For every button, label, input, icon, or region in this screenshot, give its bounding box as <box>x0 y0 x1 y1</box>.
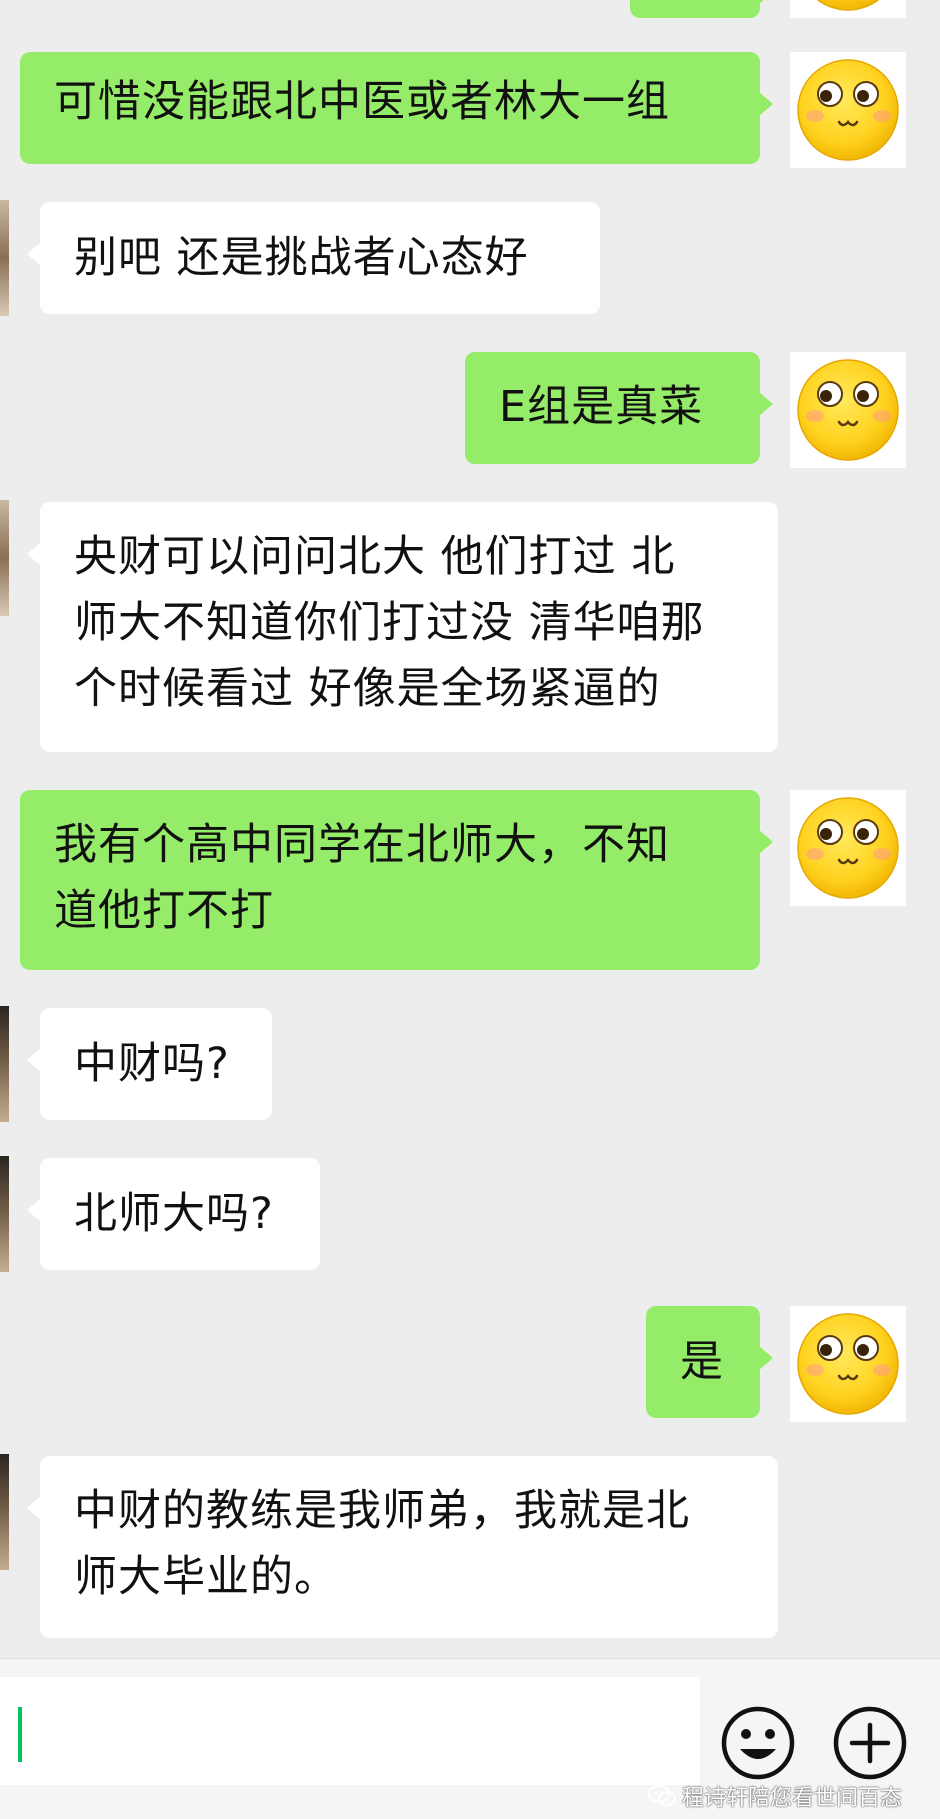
more-functions-button[interactable] <box>830 1703 910 1783</box>
text-cursor <box>18 1707 22 1762</box>
message-bubble-received[interactable]: 央财可以问问北大 他们打过 北 师大不知道你们打过没 清华咱那 个时候看过 好像… <box>27 502 778 752</box>
message-text: 中财吗? <box>74 1039 230 1089</box>
yellow-face-avatar-icon <box>796 796 900 900</box>
plus-circle-icon <box>833 1706 907 1780</box>
message-bubble-received[interactable]: 中财吗? <box>27 1008 272 1120</box>
message-text: E组是真菜 <box>499 382 704 432</box>
watermark: 程诗轩陪您看世间百态 <box>648 1779 902 1813</box>
message-line: 师大不知道你们打过没 清华咱那 <box>74 598 705 648</box>
message-bubble-sent[interactable]: 可惜没能跟北中医或者林大一组 <box>20 52 773 164</box>
self-avatar[interactable] <box>790 352 906 468</box>
message-bubble-received[interactable]: 中财的教练是我师弟，我就是北 师大毕业的。 <box>27 1456 778 1638</box>
message-line: 师大毕业的。 <box>74 1552 338 1602</box>
yellow-face-avatar-icon <box>796 58 900 162</box>
input-bar: 程诗轩陪您看世间百态 <box>0 1658 940 1819</box>
yellow-face-avatar-icon <box>796 1312 900 1416</box>
message-text: 是 <box>680 1337 724 1387</box>
contact-avatar[interactable] <box>0 1156 9 1272</box>
chat-area[interactable]: 可惜没能跟北中医或者林大一组 别吧 还是挑战者心态好 E组是真菜 央财可以问问北… <box>0 0 940 1658</box>
message-input[interactable] <box>0 1677 700 1785</box>
message-line: 中财的教练是我师弟，我就是北 <box>74 1486 690 1536</box>
contact-avatar[interactable] <box>0 1006 9 1122</box>
smiley-face-icon <box>721 1706 795 1780</box>
wechat-official-account-icon <box>648 1785 676 1807</box>
yellow-face-avatar-icon <box>796 358 900 462</box>
self-avatar[interactable] <box>790 52 906 168</box>
contact-avatar[interactable] <box>0 1454 9 1570</box>
message-line: 央财可以问问北大 他们打过 北 <box>74 532 676 582</box>
message-bubble-sent[interactable]: 我有个高中同学在北师大，不知 道他打不打 <box>20 790 773 970</box>
message-bubble-received[interactable]: 北师大吗? <box>27 1158 320 1270</box>
watermark-text: 程诗轩陪您看世间百态 <box>682 1786 903 1811</box>
message-bubble-sent[interactable]: E组是真菜 <box>465 352 773 464</box>
message-text: 可惜没能跟北中医或者林大一组 <box>54 77 670 127</box>
contact-avatar[interactable] <box>0 500 9 616</box>
message-text: 别吧 还是挑战者心态好 <box>74 233 529 283</box>
emoji-button[interactable] <box>718 1703 798 1783</box>
message-line: 个时候看过 好像是全场紧逼的 <box>74 664 661 714</box>
self-avatar[interactable] <box>790 790 906 906</box>
message-line: 道他打不打 <box>54 886 274 936</box>
yellow-face-avatar-icon <box>796 0 900 12</box>
contact-avatar[interactable] <box>0 200 9 316</box>
self-avatar[interactable] <box>790 0 906 18</box>
message-bubble-sent[interactable]: 是 <box>646 1306 773 1418</box>
message-bubble-received[interactable]: 别吧 还是挑战者心态好 <box>27 202 600 314</box>
message-bubble-partial[interactable] <box>630 0 773 18</box>
self-avatar[interactable] <box>790 1306 906 1422</box>
message-line: 我有个高中同学在北师大，不知 <box>54 820 670 870</box>
message-text: 北师大吗? <box>74 1189 274 1239</box>
